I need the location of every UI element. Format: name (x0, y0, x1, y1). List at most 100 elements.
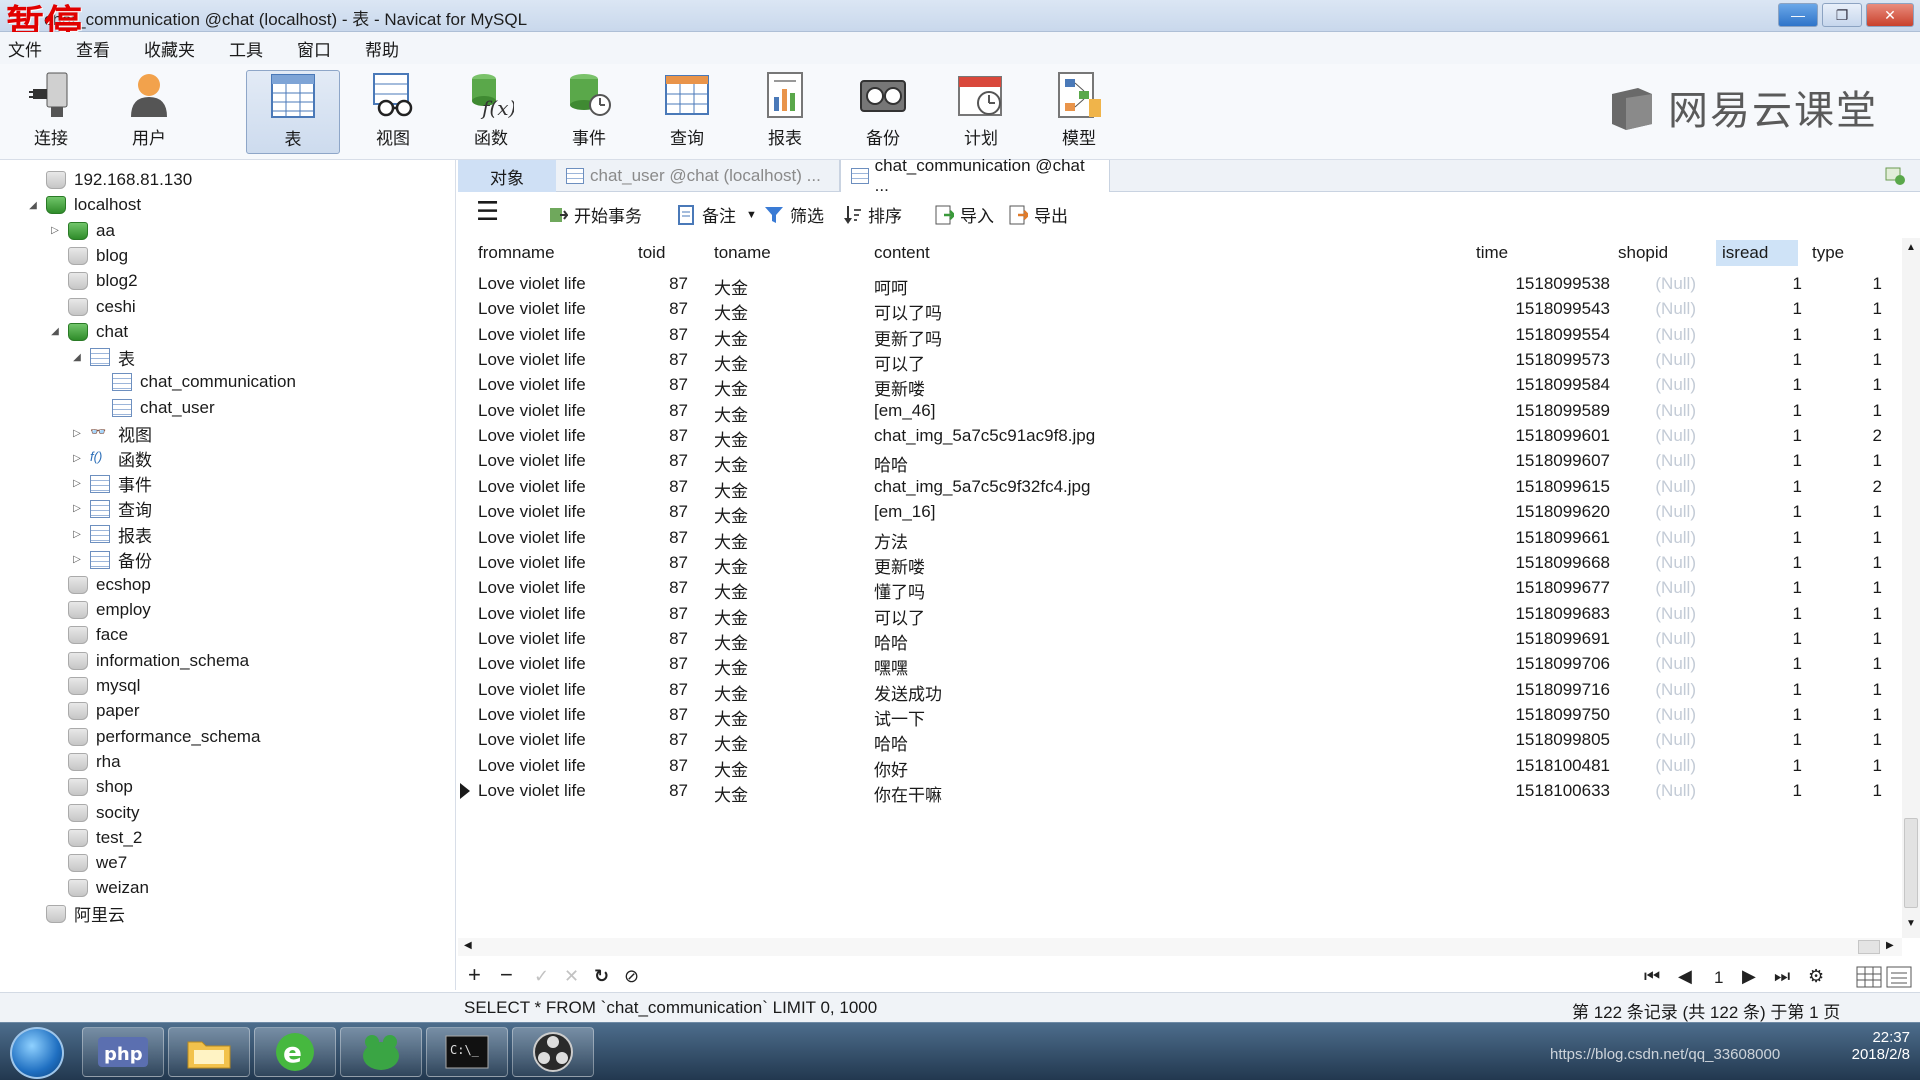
tree-expander-icon[interactable]: ▷ (70, 478, 84, 489)
cell-shopid[interactable]: (Null) (1655, 680, 1696, 700)
hscroll-thumb[interactable] (1858, 940, 1880, 954)
cell-shopid[interactable]: (Null) (1655, 604, 1696, 624)
cell-isread[interactable]: 1 (1793, 401, 1802, 421)
cell-time[interactable]: 1518099543 (1515, 299, 1610, 319)
cell-toid[interactable]: 87 (669, 451, 688, 471)
cell-fromname[interactable]: Love violet life (478, 350, 586, 370)
cell-type[interactable]: 1 (1873, 680, 1882, 700)
tree-item[interactable]: ▷ f() 函数 (70, 446, 152, 470)
tree-expander-icon[interactable]: ◢ (70, 352, 84, 363)
cell-fromname[interactable]: Love violet life (478, 604, 586, 624)
cell-toid[interactable]: 87 (669, 781, 688, 801)
menu-view[interactable]: 查看 (76, 36, 110, 61)
cell-toid[interactable]: 87 (669, 680, 688, 700)
toolbar-table-button[interactable]: 表 (246, 70, 340, 154)
toolbar-schedule-button[interactable]: 计划 (934, 70, 1028, 154)
cell-fromname[interactable]: Love violet life (478, 654, 586, 674)
cell-toid[interactable]: 87 (669, 401, 688, 421)
cell-fromname[interactable]: Love violet life (478, 705, 586, 725)
cell-isread[interactable]: 1 (1793, 730, 1802, 750)
cell-time[interactable]: 1518099620 (1515, 502, 1610, 522)
tab-chat-user[interactable]: chat_user @chat (localhost) ... (556, 160, 840, 192)
clock-date[interactable]: 2018/2/8 (1852, 1046, 1910, 1063)
cell-content[interactable]: chat_img_5a7c5c91ac9f8.jpg (874, 426, 1095, 446)
cell-time[interactable]: 1518099573 (1515, 350, 1610, 370)
toolbar-query-button[interactable]: 查询 (640, 70, 734, 154)
add-record-button[interactable]: + (468, 962, 481, 988)
cell-toid[interactable]: 87 (669, 299, 688, 319)
cell-fromname[interactable]: Love violet life (478, 781, 586, 801)
cell-isread[interactable]: 1 (1793, 426, 1802, 446)
cell-shopid[interactable]: (Null) (1655, 401, 1696, 421)
cell-toid[interactable]: 87 (669, 654, 688, 674)
cell-time[interactable]: 1518100481 (1515, 756, 1610, 776)
taskbar-navicat-app[interactable] (340, 1027, 422, 1077)
cell-type[interactable]: 1 (1873, 401, 1882, 421)
cell-type[interactable]: 1 (1873, 756, 1882, 776)
cell-time[interactable]: 1518099584 (1515, 375, 1610, 395)
cell-isread[interactable]: 1 (1793, 680, 1802, 700)
cell-toid[interactable]: 87 (669, 604, 688, 624)
tree-item[interactable]: test_2 (48, 826, 142, 850)
tree-item[interactable]: ◢ chat (48, 320, 128, 344)
last-page-button[interactable]: ⏭ (1774, 966, 1790, 987)
cell-fromname[interactable]: Love violet life (478, 680, 586, 700)
cell-shopid[interactable]: (Null) (1655, 528, 1696, 548)
cell-toid[interactable]: 87 (669, 426, 688, 446)
tree-item[interactable]: we7 (48, 851, 127, 875)
next-page-button[interactable]: ▶ (1742, 966, 1756, 987)
cell-isread[interactable]: 1 (1793, 756, 1802, 776)
cell-time[interactable]: 1518099716 (1515, 680, 1610, 700)
cell-type[interactable]: 1 (1873, 451, 1882, 471)
tree-item[interactable]: employ (48, 598, 151, 622)
menu-help[interactable]: 帮助 (365, 36, 399, 61)
import-button[interactable]: 导入 (934, 202, 994, 227)
cell-time[interactable]: 1518099677 (1515, 578, 1610, 598)
cell-type[interactable]: 1 (1873, 528, 1882, 548)
delete-record-button[interactable]: − (500, 962, 513, 988)
cell-content[interactable]: 你在干嘛 (874, 781, 942, 806)
cell-toid[interactable]: 87 (669, 730, 688, 750)
scroll-up-icon[interactable]: ▲ (1906, 242, 1916, 253)
cell-isread[interactable]: 1 (1793, 502, 1802, 522)
cell-type[interactable]: 1 (1873, 654, 1882, 674)
cell-type[interactable]: 1 (1873, 604, 1882, 624)
cell-fromname[interactable]: Love violet life (478, 375, 586, 395)
cell-time[interactable]: 1518099554 (1515, 325, 1610, 345)
cell-shopid[interactable]: (Null) (1655, 502, 1696, 522)
tree-item[interactable]: performance_schema (48, 725, 260, 749)
cell-toname[interactable]: 大金 (714, 781, 748, 806)
cell-type[interactable]: 1 (1873, 781, 1882, 801)
cell-fromname[interactable]: Love violet life (478, 502, 586, 522)
cell-fromname[interactable]: Love violet life (478, 477, 586, 497)
tree-item[interactable]: chat_communication (92, 370, 296, 394)
tree-item[interactable]: rha (48, 750, 121, 774)
cell-type[interactable]: 1 (1873, 705, 1882, 725)
cell-time[interactable]: 1518099805 (1515, 730, 1610, 750)
scrollbar-thumb[interactable] (1904, 818, 1918, 908)
cell-shopid[interactable]: (Null) (1655, 730, 1696, 750)
cell-time[interactable]: 1518099706 (1515, 654, 1610, 674)
cell-fromname[interactable]: Love violet life (478, 401, 586, 421)
table-row[interactable]: Love violet life 87 大金 你在干嘛 1518100633 (Null)… (458, 775, 1904, 806)
tab-chat-communication[interactable]: chat_communication @chat ... (840, 156, 1110, 195)
taskbar-browser-app[interactable]: e (254, 1027, 336, 1077)
tree-item[interactable]: 192.168.81.130 (26, 168, 192, 192)
tab-options-icon[interactable] (1884, 166, 1906, 191)
cell-time[interactable]: 1518099683 (1515, 604, 1610, 624)
cell-fromname[interactable]: Love violet life (478, 578, 586, 598)
tree-item[interactable]: blog (48, 244, 128, 268)
cell-toid[interactable]: 87 (669, 705, 688, 725)
cell-fromname[interactable]: Love violet life (478, 274, 586, 294)
cell-isread[interactable]: 1 (1793, 325, 1802, 345)
cell-shopid[interactable]: (Null) (1655, 705, 1696, 725)
stop-button[interactable]: ⊘ (624, 966, 639, 987)
begin-transaction-button[interactable]: 开始事务 (548, 202, 642, 227)
cell-type[interactable]: 1 (1873, 553, 1882, 573)
cell-toid[interactable]: 87 (669, 528, 688, 548)
minimize-button[interactable]: — (1778, 3, 1818, 27)
cell-time[interactable]: 1518100633 (1515, 781, 1610, 801)
cell-shopid[interactable]: (Null) (1655, 375, 1696, 395)
column-header-time[interactable]: time (1476, 243, 1508, 263)
cell-type[interactable]: 1 (1873, 502, 1882, 522)
